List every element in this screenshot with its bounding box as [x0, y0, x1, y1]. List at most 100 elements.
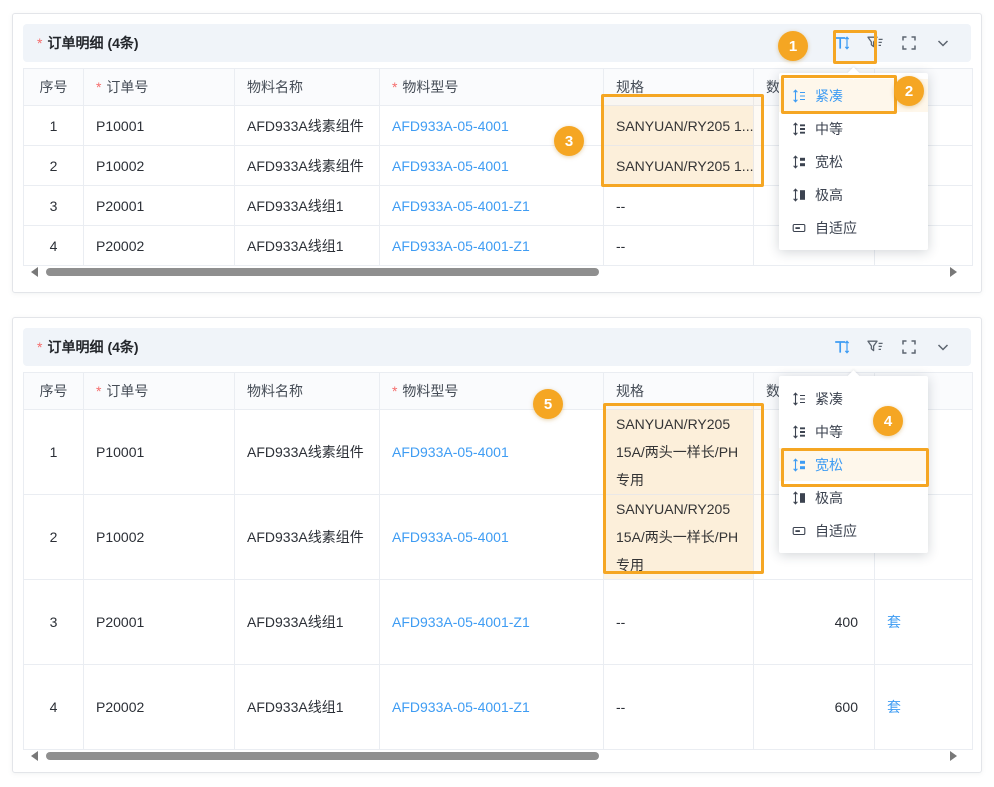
panel-row-count: (4条)	[107, 33, 138, 53]
density-dropdown-menu: 紧凑 中等 宽松	[779, 73, 928, 250]
filter-icon[interactable]	[865, 33, 885, 53]
density-compact-icon	[792, 89, 806, 103]
menu-item-loose[interactable]: 宽松	[779, 448, 928, 481]
menu-item-label: 宽松	[815, 455, 843, 475]
cell-seq: 1	[24, 410, 84, 495]
required-asterisk: *	[392, 79, 397, 95]
cell-material-name: AFD933A线组1	[235, 580, 380, 665]
menu-item-auto-fit[interactable]: 自适应	[779, 514, 928, 547]
panel-header: * 订单明细 (4条)	[23, 24, 971, 62]
material-model-link[interactable]: AFD933A-05-4001-Z1	[392, 238, 530, 254]
cell-material-name: AFD933A线组1	[235, 226, 380, 266]
density-loose-icon	[792, 458, 806, 472]
cell-material-model: AFD933A-05-4001-Z1	[380, 226, 604, 266]
scroll-right-arrow[interactable]	[950, 751, 957, 761]
unit-link[interactable]: 套	[887, 614, 901, 630]
material-model-link[interactable]: AFD933A-05-4001	[392, 118, 509, 134]
cell-material-model: AFD933A-05-4001	[380, 146, 604, 186]
cell-material-model: AFD933A-05-4001-Z1	[380, 186, 604, 226]
fullscreen-icon[interactable]	[899, 33, 919, 53]
cell-spec: SANYUAN/RY205 1...	[604, 106, 754, 146]
chevron-down-icon[interactable]	[933, 337, 953, 357]
menu-item-extra-high[interactable]: 极高	[779, 481, 928, 514]
fullscreen-icon[interactable]	[899, 337, 919, 357]
cell-seq: 1	[24, 106, 84, 146]
density-extra-high-icon	[792, 491, 806, 505]
cell-spec: --	[604, 226, 754, 266]
menu-item-loose[interactable]: 宽松	[779, 145, 928, 178]
cell-seq: 2	[24, 146, 84, 186]
cell-qty: 600	[754, 665, 875, 750]
column-header-material-model: * 物料型号	[380, 373, 604, 410]
material-model-link[interactable]: AFD933A-05-4001	[392, 529, 509, 545]
cell-order-no: P10001	[84, 106, 235, 146]
material-model-link[interactable]: AFD933A-05-4001-Z1	[392, 614, 530, 630]
menu-item-label: 紧凑	[815, 389, 843, 409]
column-header-spec: 规格	[604, 373, 754, 410]
scroll-left-arrow[interactable]	[31, 751, 38, 761]
chevron-down-icon[interactable]	[933, 33, 953, 53]
cell-qty: 400	[754, 580, 875, 665]
cell-spec: --	[604, 580, 754, 665]
menu-item-compact[interactable]: 紧凑	[779, 79, 928, 112]
column-header-material-model: * 物料型号	[380, 69, 604, 106]
column-header-order-no: * 订单号	[84, 69, 235, 106]
cell-unit: 套	[875, 665, 973, 750]
table-row: 3 P20001 AFD933A线组1 AFD933A-05-4001-Z1 -…	[24, 580, 973, 665]
material-model-link[interactable]: AFD933A-05-4001-Z1	[392, 198, 530, 214]
text-density-icon[interactable]	[831, 337, 851, 357]
panel-title-text: 订单明细	[47, 337, 103, 357]
material-model-link[interactable]: AFD933A-05-4001-Z1	[392, 699, 530, 715]
density-medium-icon	[792, 425, 806, 439]
cell-material-name: AFD933A线组1	[235, 186, 380, 226]
column-header-material-name: 物料名称	[235, 373, 380, 410]
cell-unit: 套	[875, 580, 973, 665]
table-toolbar	[831, 337, 953, 357]
column-header-seq: 序号	[24, 69, 84, 106]
scroll-right-arrow[interactable]	[950, 267, 957, 277]
column-header-seq: 序号	[24, 373, 84, 410]
scroll-left-arrow[interactable]	[31, 267, 38, 277]
cell-order-no: P20001	[84, 580, 235, 665]
scrollbar-thumb[interactable]	[46, 268, 599, 276]
panel-title: * 订单明细 (4条)	[37, 337, 139, 357]
menu-item-label: 中等	[815, 422, 843, 442]
menu-item-medium[interactable]: 中等	[779, 415, 928, 448]
cell-order-no: P10002	[84, 146, 235, 186]
cell-order-no: P20002	[84, 665, 235, 750]
material-model-link[interactable]: AFD933A-05-4001	[392, 444, 509, 460]
horizontal-scrollbar	[23, 750, 971, 762]
order-detail-panel-compact: * 订单明细 (4条)	[12, 13, 982, 293]
required-asterisk: *	[96, 79, 101, 95]
density-extra-high-icon	[792, 188, 806, 202]
column-header-order-no: * 订单号	[84, 373, 235, 410]
menu-item-extra-high[interactable]: 极高	[779, 178, 928, 211]
cell-material-name: AFD933A线素组件	[235, 146, 380, 186]
menu-item-label: 极高	[815, 488, 843, 508]
filter-icon[interactable]	[865, 337, 885, 357]
page: * 订单明细 (4条)	[0, 0, 994, 787]
menu-item-label: 自适应	[815, 521, 857, 541]
cell-seq: 3	[24, 186, 84, 226]
density-compact-icon	[792, 392, 806, 406]
horizontal-scrollbar	[23, 266, 971, 278]
menu-item-auto-fit[interactable]: 自适应	[779, 211, 928, 244]
menu-item-medium[interactable]: 中等	[779, 112, 928, 145]
unit-link[interactable]: 套	[887, 699, 901, 715]
density-loose-icon	[792, 155, 806, 169]
column-header-material-name: 物料名称	[235, 69, 380, 106]
required-asterisk: *	[392, 383, 397, 399]
cell-order-no: P20002	[84, 226, 235, 266]
cell-material-name: AFD933A线素组件	[235, 106, 380, 146]
cell-material-model: AFD933A-05-4001	[380, 495, 604, 580]
panel-row-count: (4条)	[107, 337, 138, 357]
material-model-link[interactable]: AFD933A-05-4001	[392, 158, 509, 174]
menu-item-label: 极高	[815, 185, 843, 205]
cell-seq: 4	[24, 665, 84, 750]
text-density-icon[interactable]	[831, 33, 851, 53]
cell-spec: --	[604, 186, 754, 226]
menu-item-compact[interactable]: 紧凑	[779, 382, 928, 415]
cell-material-model: AFD933A-05-4001-Z1	[380, 580, 604, 665]
scrollbar-thumb[interactable]	[46, 752, 599, 760]
cell-spec: SANYUAN/RY205 15A/两头一样长/PH专用	[604, 410, 754, 495]
